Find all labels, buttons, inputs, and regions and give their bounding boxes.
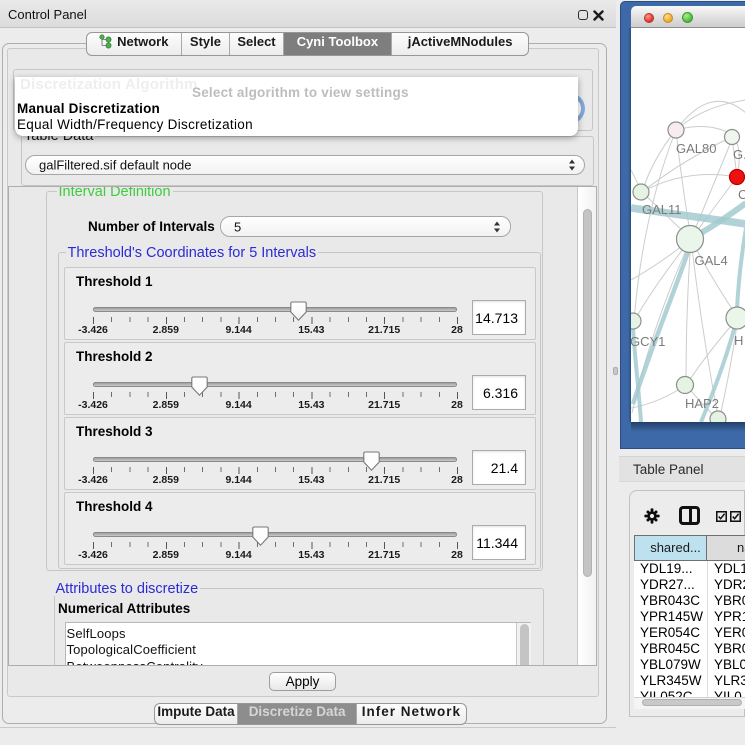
- svg-text:GCY1: GCY1: [631, 334, 665, 349]
- svg-text:GAL80: GAL80: [676, 141, 716, 156]
- svg-text:HAP2: HAP2: [685, 396, 719, 411]
- svg-text:C: C: [738, 187, 745, 202]
- svg-text:GAL4: GAL4: [695, 253, 728, 268]
- svg-text:GAL11: GAL11: [642, 202, 682, 217]
- svg-text:H: H: [734, 333, 743, 348]
- svg-text:G.: G.: [733, 147, 745, 162]
